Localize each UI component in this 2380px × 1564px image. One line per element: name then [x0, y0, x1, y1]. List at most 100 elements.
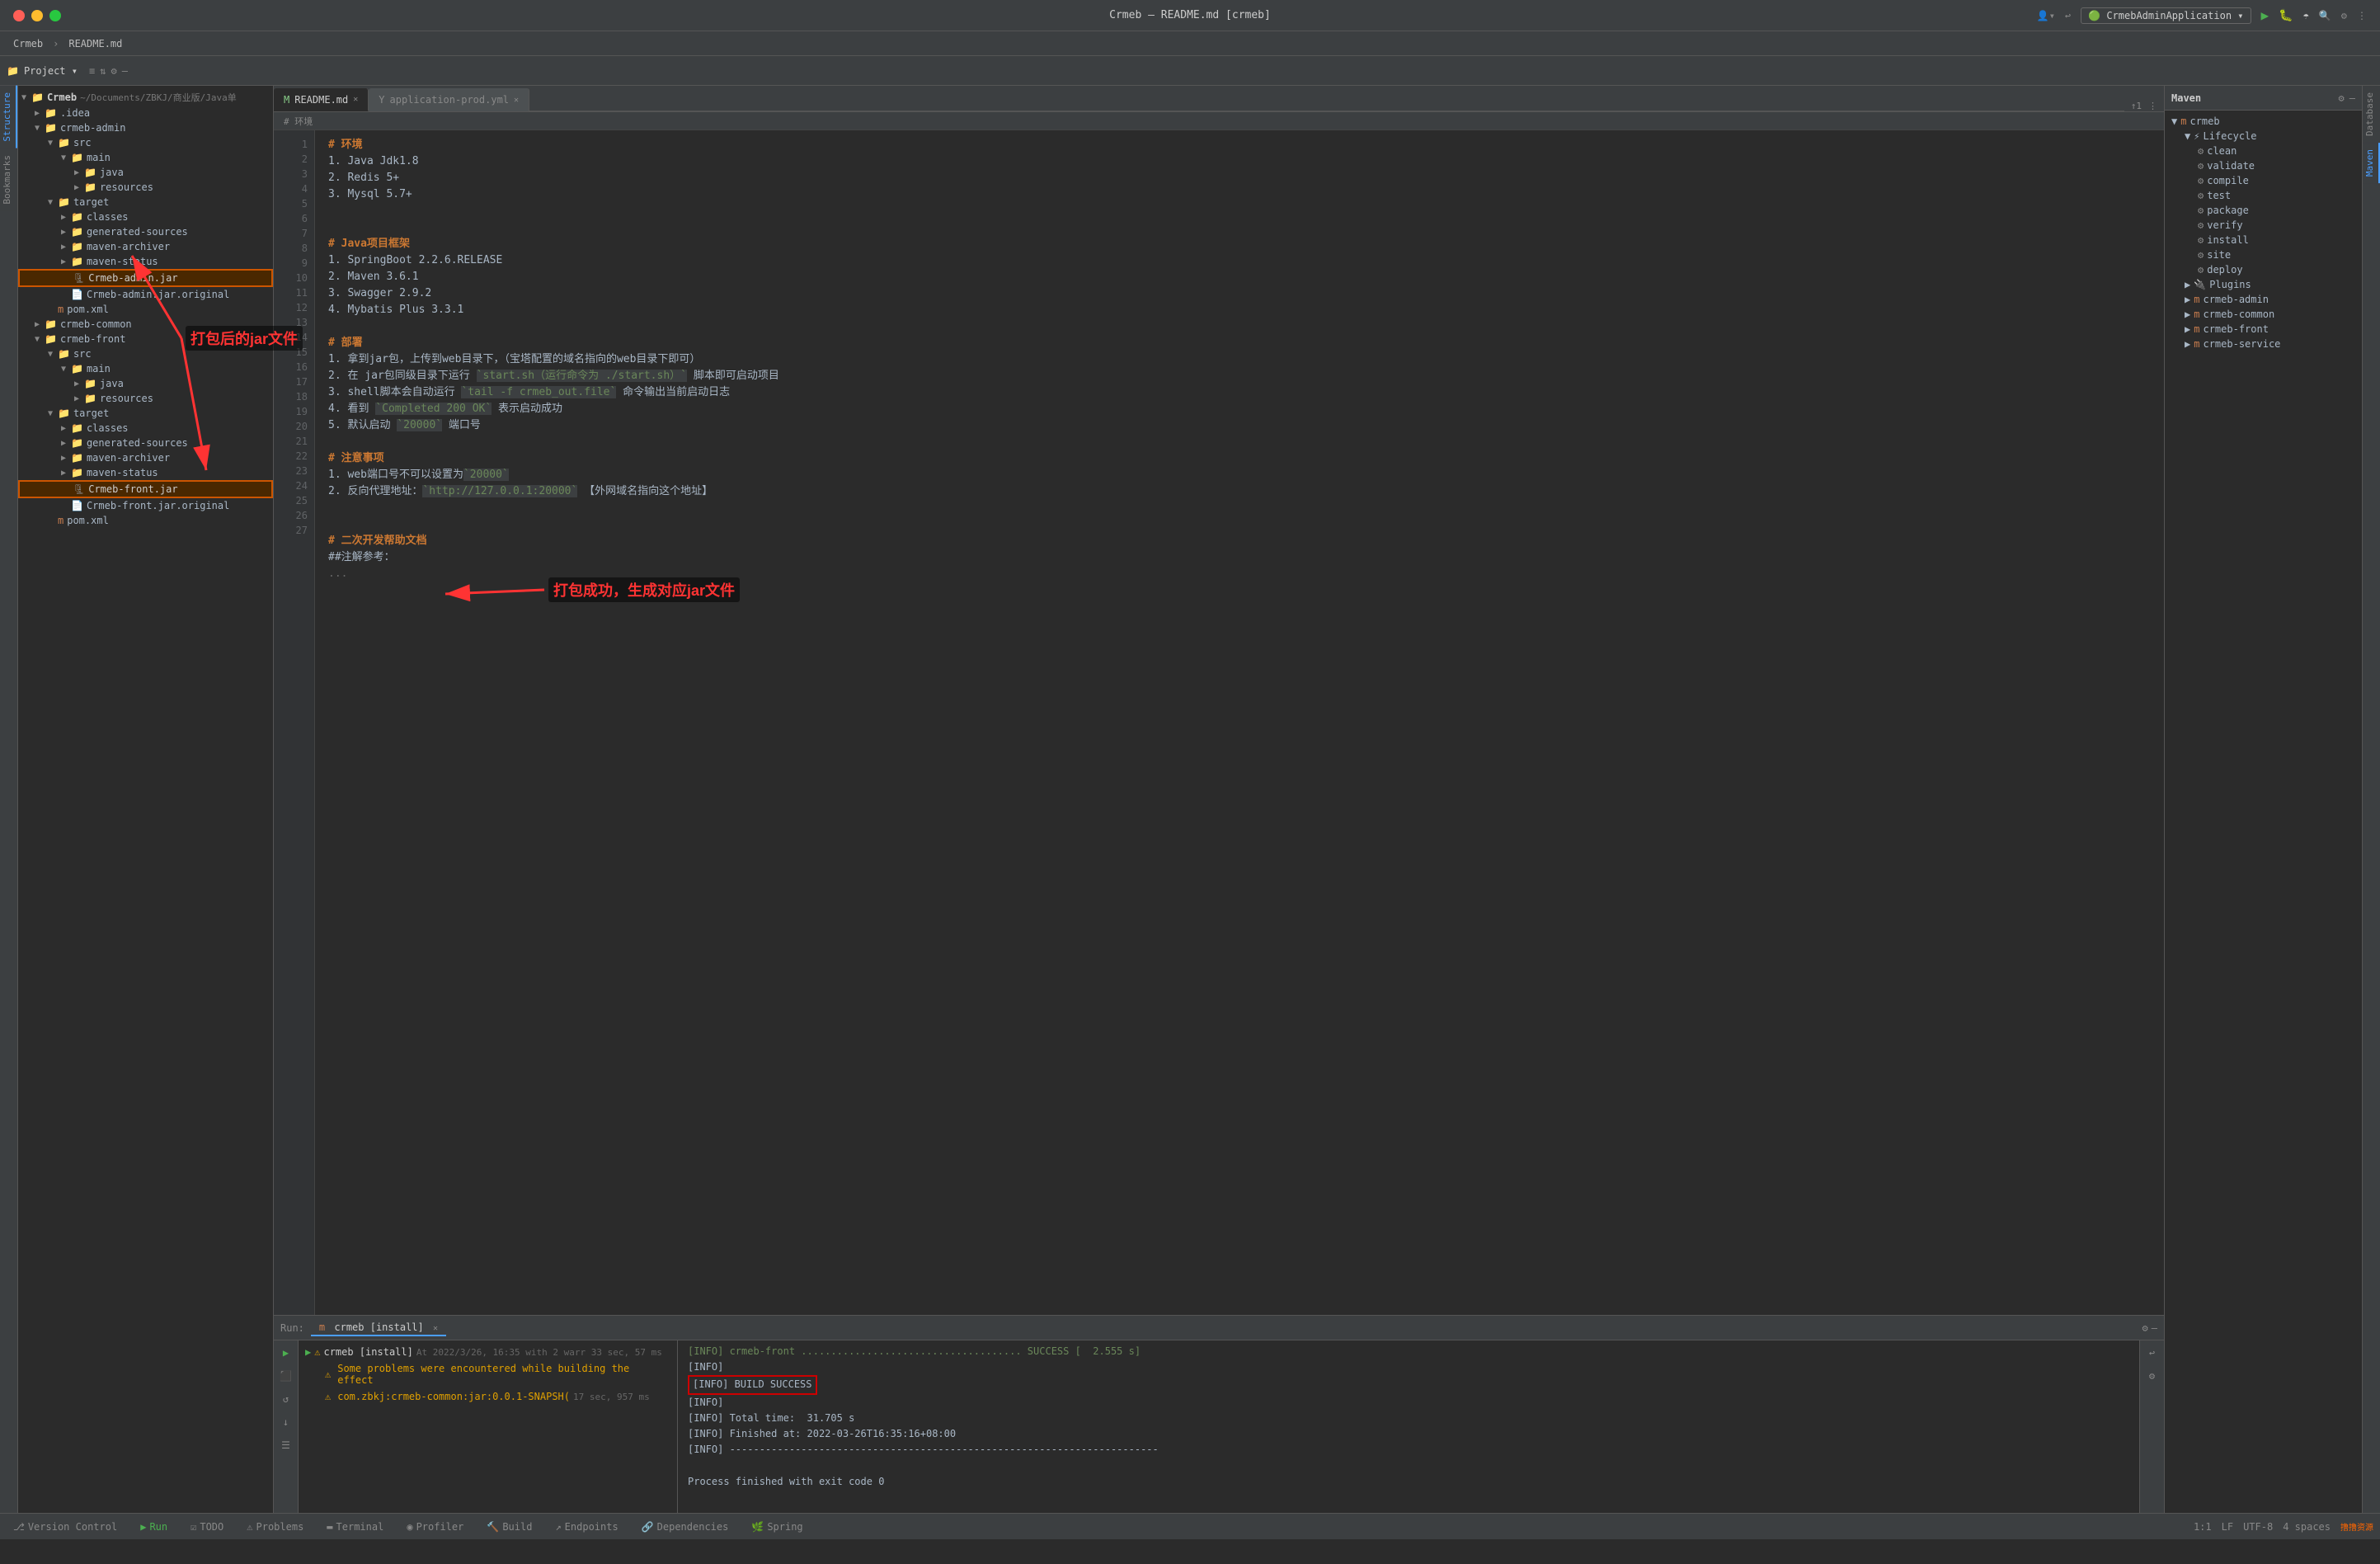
tree-item-java2[interactable]: ▶ 📁 java [18, 376, 273, 391]
status-dependencies[interactable]: 🔗 Dependencies [635, 1519, 736, 1534]
tree-item-crmeb-admin-jar-orig[interactable]: 📄 Crmeb-admin.jar.original [18, 287, 273, 302]
maven-item-compile[interactable]: ⚙ compile [2165, 173, 2362, 188]
tree-item-idea[interactable]: ▶ 📁 .idea [18, 106, 273, 120]
status-todo[interactable]: ☑ TODO [184, 1519, 230, 1534]
maven-item-verify[interactable]: ⚙ verify [2165, 218, 2362, 233]
run-cog-btn[interactable]: ⚙ [2143, 1367, 2161, 1385]
run-tab-close[interactable]: ✕ [433, 1324, 438, 1333]
tree-item-main[interactable]: ▼ 📁 main [18, 150, 273, 165]
tree-item-target[interactable]: ▼ 📁 target [18, 195, 273, 210]
database-tab[interactable]: Database [2363, 86, 2380, 143]
maven-settings-icon[interactable]: ⚙ [2339, 92, 2345, 104]
tree-item-java[interactable]: ▶ 📁 java [18, 165, 273, 180]
code-editor[interactable]: 12345 678910 1112131415 1617181920 21222… [274, 130, 2164, 1315]
bookmarks-tab[interactable]: Bookmarks [0, 148, 17, 211]
tree-item-main2[interactable]: ▼ 📁 main [18, 361, 273, 376]
maven-item-package[interactable]: ⚙ package [2165, 203, 2362, 218]
run-tree-warning1[interactable]: ⚠ Some problems were encountered while b… [299, 1360, 677, 1388]
tree-item-target2[interactable]: ▼ 📁 target [18, 406, 273, 421]
more-button[interactable]: ⋮ [2357, 10, 2367, 21]
tree-item-src2[interactable]: ▼ 📁 src [18, 346, 273, 361]
maximize-button[interactable] [49, 10, 61, 21]
settings-icon[interactable]: ⚙ [111, 65, 116, 77]
status-problems[interactable]: ⚠ Problems [240, 1519, 310, 1534]
run-settings-icon[interactable]: ⚙ [2142, 1322, 2148, 1334]
tree-item-crmeb-front[interactable]: ▼ 📁 crmeb-front [18, 332, 273, 346]
run-play-btn[interactable]: ▶ [277, 1344, 295, 1362]
tab-yml[interactable]: Y application-prod.yml ✕ [369, 88, 529, 111]
more-editor-actions[interactable]: ⋮ [2148, 101, 2157, 111]
status-profiler[interactable]: ◉ Profiler [400, 1519, 470, 1534]
structure-tab[interactable]: Structure [0, 86, 17, 148]
run-rerun-btn[interactable]: ↺ [277, 1390, 295, 1408]
maven-item-deploy[interactable]: ⚙ deploy [2165, 262, 2362, 277]
tree-item-resources[interactable]: ▶ 📁 resources [18, 180, 273, 195]
status-spring[interactable]: 🌿 Spring [745, 1519, 809, 1534]
tree-item-crmeb-admin-jar[interactable]: 🗜 Crmeb-admin.jar [18, 269, 273, 287]
maven-item-crmeb[interactable]: ▼ m crmeb [2165, 114, 2362, 129]
run-button[interactable]: ▶ [2261, 7, 2269, 23]
maven-item-install[interactable]: ⚙ install [2165, 233, 2362, 247]
tree-item-maven-archiver[interactable]: ▶ 📁 maven-archiver [18, 239, 273, 254]
vcs-icon[interactable]: ↩ [2065, 10, 2071, 21]
tree-item-maven-status[interactable]: ▶ 📁 maven-status [18, 254, 273, 269]
status-vcs[interactable]: ⎇ Version Control [7, 1519, 124, 1534]
maven-tab[interactable]: Maven [2363, 143, 2380, 183]
tree-item-pom2[interactable]: m pom.xml [18, 513, 273, 528]
status-endpoints[interactable]: ↗ Endpoints [548, 1519, 624, 1534]
run-tree-warning2[interactable]: ⚠ com.zbkj:crmeb-common:jar:0.0.1-SNAPSH… [299, 1388, 677, 1405]
tree-item-classes[interactable]: ▶ 📁 classes [18, 210, 273, 224]
status-run[interactable]: ▶ Run [134, 1519, 174, 1534]
tab-close-yml[interactable]: ✕ [514, 96, 519, 105]
close-button[interactable] [13, 10, 25, 21]
sort-icon[interactable]: ⇅ [100, 65, 106, 77]
window-controls[interactable] [13, 10, 61, 21]
run-tree-crmeb[interactable]: ▶ ⚠ crmeb [install] At 2022/3/26, 16:35 … [299, 1344, 677, 1360]
maven-item-plugins[interactable]: ▶ 🔌 Plugins [2165, 277, 2362, 292]
tree-item-classes2[interactable]: ▶ 📁 classes [18, 421, 273, 436]
collapse-icon[interactable]: — [122, 65, 128, 77]
tree-item-resources2[interactable]: ▶ 📁 resources [18, 391, 273, 406]
status-build[interactable]: 🔨 Build [480, 1519, 539, 1534]
code-content[interactable]: # 环境 1. Java Jdk1.8 2. Redis 5+ 3. Mysql… [315, 130, 2164, 1315]
maven-item-crmeb-admin[interactable]: ▶ m crmeb-admin [2165, 292, 2362, 307]
maven-item-clean[interactable]: ⚙ clean [2165, 144, 2362, 158]
maven-item-site[interactable]: ⚙ site [2165, 247, 2362, 262]
maven-item-crmeb-service[interactable]: ▶ m crmeb-service [2165, 337, 2362, 351]
tree-item-crmeb-common[interactable]: ▶ 📁 crmeb-common [18, 317, 273, 332]
tree-item-src[interactable]: ▼ 📁 src [18, 135, 273, 150]
tree-item-crmeb[interactable]: ▼ 📁 Crmeb ~/Documents/ZBKJ/商业版/Java单 [18, 89, 273, 106]
account-icon[interactable]: 👤▾ [2037, 10, 2055, 21]
run-wrap-btn[interactable]: ↩ [2143, 1344, 2161, 1362]
menu-crmeb[interactable]: Crmeb [7, 36, 49, 51]
run-config-dropdown[interactable]: 🟢 CrmebAdminApplication ▾ [2081, 7, 2251, 24]
tab-close-readme[interactable]: ✕ [353, 95, 358, 104]
tree-item-crmeb-front-jar[interactable]: 🗜 Crmeb-front.jar [18, 480, 273, 498]
tree-item-gen-sources[interactable]: ▶ 📁 generated-sources [18, 224, 273, 239]
maven-item-crmeb-common[interactable]: ▶ m crmeb-common [2165, 307, 2362, 322]
tree-item-crmeb-admin[interactable]: ▼ 📁 crmeb-admin [18, 120, 273, 135]
maven-close-icon[interactable]: — [2349, 92, 2355, 104]
maven-item-test[interactable]: ⚙ test [2165, 188, 2362, 203]
run-close-icon[interactable]: — [2152, 1322, 2157, 1334]
tree-layout-icon[interactable]: ≡ [89, 65, 95, 77]
coverage-button[interactable]: ☂ [2303, 10, 2309, 21]
tree-item-maven-status2[interactable]: ▶ 📁 maven-status [18, 465, 273, 480]
minimize-button[interactable] [31, 10, 43, 21]
settings-button[interactable]: ⚙ [2341, 10, 2347, 21]
debug-button[interactable]: 🐛 [2279, 9, 2293, 22]
search-button[interactable]: 🔍 [2319, 10, 2331, 21]
maven-item-validate[interactable]: ⚙ validate [2165, 158, 2362, 173]
tree-item-pom1[interactable]: m pom.xml [18, 302, 273, 317]
tree-item-maven-archiver2[interactable]: ▶ 📁 maven-archiver [18, 450, 273, 465]
tree-item-crmeb-front-jar-orig[interactable]: 📄 Crmeb-front.jar.original [18, 498, 273, 513]
run-tab-crmeb-install[interactable]: m crmeb [install] ✕ [311, 1320, 446, 1336]
status-terminal[interactable]: ▬ Terminal [320, 1519, 390, 1534]
menu-readme[interactable]: README.md [62, 36, 129, 51]
tab-readme[interactable]: M README.md ✕ [274, 88, 369, 111]
run-stop-btn[interactable]: ⬛ [277, 1367, 295, 1385]
maven-item-lifecycle[interactable]: ▼ ⚡ Lifecycle [2165, 129, 2362, 144]
run-scroll-btn[interactable]: ↓ [277, 1413, 295, 1431]
run-filter-btn[interactable]: ☰ [277, 1436, 295, 1454]
tree-item-gen-sources2[interactable]: ▶ 📁 generated-sources [18, 436, 273, 450]
